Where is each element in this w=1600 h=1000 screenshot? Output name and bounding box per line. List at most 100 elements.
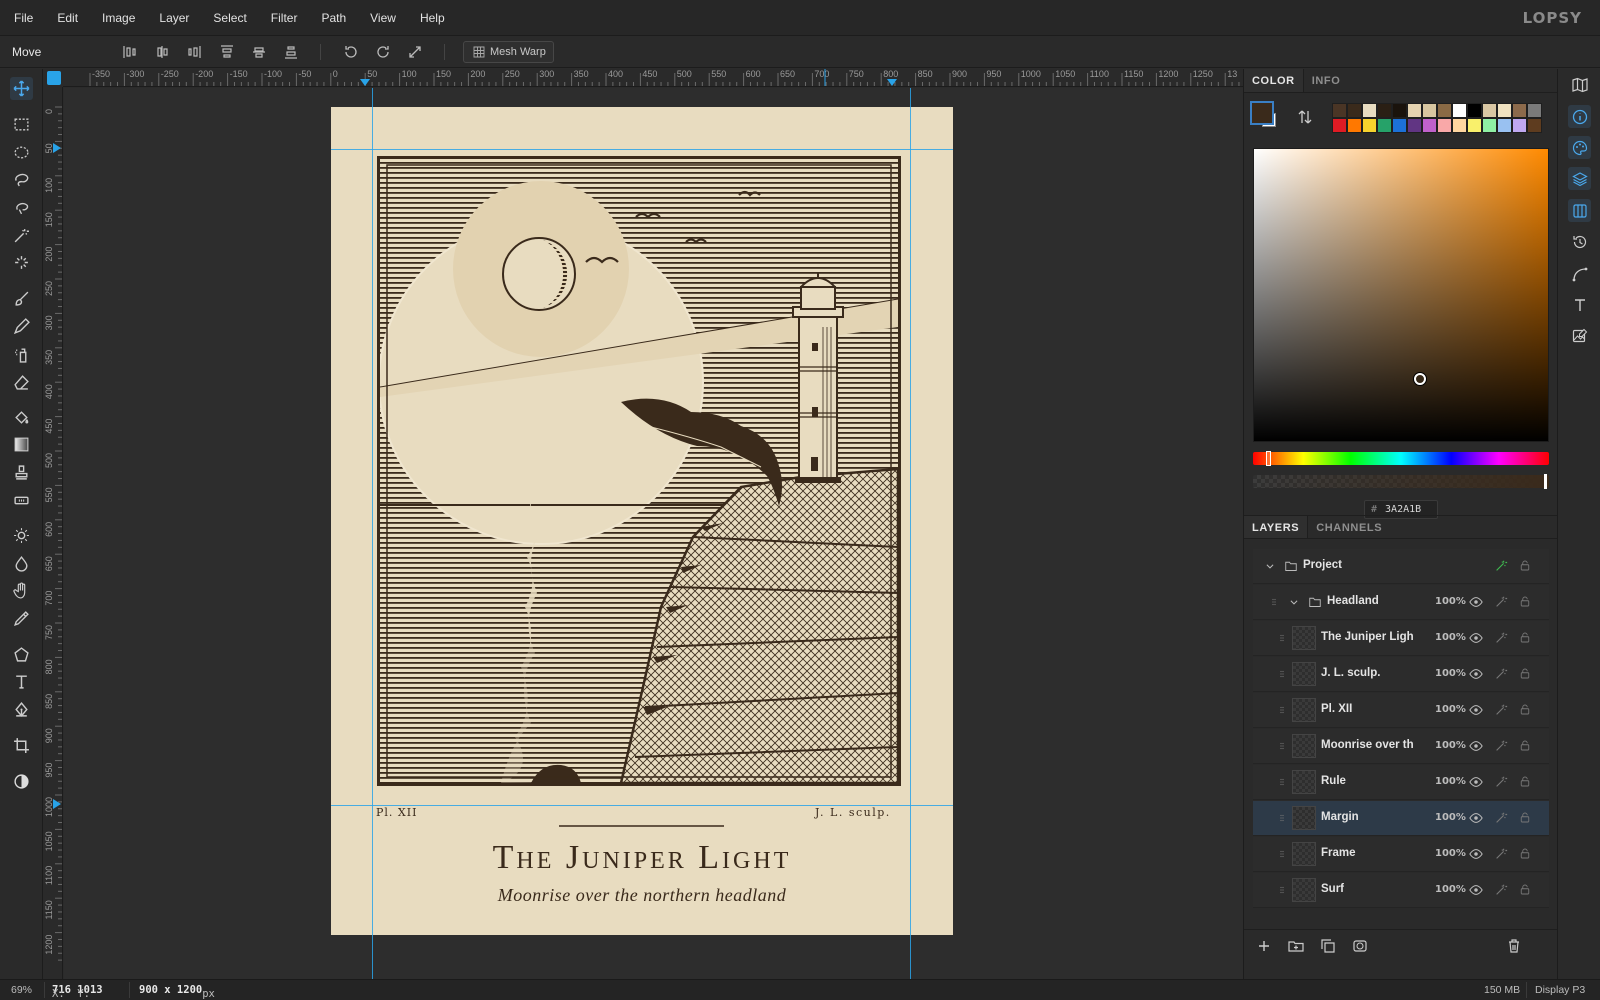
layer-name[interactable]: Moonrise over th bbox=[1321, 739, 1413, 751]
lock-icon[interactable] bbox=[1519, 883, 1531, 896]
color-swatch[interactable] bbox=[1437, 118, 1452, 133]
layer-name[interactable]: Rule bbox=[1321, 775, 1413, 787]
lock-icon[interactable] bbox=[1519, 847, 1531, 860]
layer-name[interactable]: Headland bbox=[1327, 595, 1427, 607]
effects-icon[interactable] bbox=[1494, 847, 1508, 861]
stamp-tool[interactable] bbox=[10, 461, 33, 484]
color-swatch[interactable] bbox=[1467, 103, 1482, 118]
layer-opacity[interactable]: 100% bbox=[1435, 740, 1466, 751]
lock-icon[interactable] bbox=[1519, 667, 1531, 680]
layer-name[interactable]: Surf bbox=[1321, 883, 1413, 895]
rotate-cw-icon[interactable] bbox=[375, 44, 391, 60]
effects-icon[interactable] bbox=[1494, 559, 1508, 573]
color-swatch[interactable] bbox=[1437, 103, 1452, 118]
layer-opacity[interactable]: 100% bbox=[1435, 704, 1466, 715]
guide-horizontal[interactable] bbox=[331, 805, 953, 806]
color-swatch[interactable] bbox=[1467, 118, 1482, 133]
layer-opacity[interactable]: 100% bbox=[1435, 632, 1466, 643]
chevron-down-icon[interactable] bbox=[1289, 597, 1299, 607]
saturation-value-picker[interactable] bbox=[1253, 148, 1549, 442]
lasso-tool[interactable] bbox=[10, 168, 33, 191]
vertical-ruler[interactable]: 0 50 100 150 200 250 300 350 400 450 500 550 600 650 7… bbox=[43, 87, 63, 979]
canvas-area[interactable]: Pl. XII J. L. sculp. The Juniper Light M… bbox=[64, 88, 1243, 979]
color-swatch[interactable] bbox=[1377, 118, 1392, 133]
document-canvas[interactable]: Pl. XII J. L. sculp. The Juniper Light M… bbox=[331, 107, 953, 935]
hex-value[interactable]: 3A2A1B bbox=[1385, 504, 1421, 515]
tab-color[interactable]: COLOR bbox=[1244, 69, 1303, 92]
quick-select-tool[interactable] bbox=[10, 251, 33, 274]
add-group-icon[interactable] bbox=[1288, 938, 1304, 954]
effects-icon[interactable] bbox=[1494, 703, 1508, 717]
color-swatch[interactable] bbox=[1527, 118, 1542, 133]
menu-image[interactable]: Image bbox=[90, 0, 147, 36]
align-right-icon[interactable] bbox=[186, 44, 202, 60]
layer-name[interactable]: Project bbox=[1303, 559, 1395, 571]
layer-row[interactable]: Margin 100% bbox=[1253, 801, 1549, 836]
lock-icon[interactable] bbox=[1519, 739, 1531, 752]
eye-icon[interactable] bbox=[1469, 595, 1483, 609]
menu-file[interactable]: File bbox=[0, 0, 45, 36]
layer-name[interactable]: J. L. sculp. bbox=[1321, 667, 1413, 679]
lock-icon[interactable] bbox=[1519, 703, 1531, 716]
gradient-tool[interactable] bbox=[10, 433, 33, 456]
menu-select[interactable]: Select bbox=[201, 0, 258, 36]
tab-channels[interactable]: CHANNELS bbox=[1307, 516, 1390, 538]
contrast-tool[interactable] bbox=[10, 770, 33, 793]
align-hcenter-icon[interactable] bbox=[154, 44, 170, 60]
fill-tool[interactable] bbox=[10, 406, 33, 429]
healing-tool[interactable] bbox=[10, 489, 33, 512]
layer-opacity[interactable]: 100% bbox=[1435, 848, 1466, 859]
layer-row[interactable]: Rule 100% bbox=[1253, 765, 1549, 800]
layer-row[interactable]: Moonrise over th 100% bbox=[1253, 729, 1549, 764]
rotate-ccw-icon[interactable] bbox=[343, 44, 359, 60]
alpha-slider[interactable] bbox=[1253, 475, 1549, 488]
color-swatch[interactable] bbox=[1362, 103, 1377, 118]
lock-icon[interactable] bbox=[1519, 811, 1531, 824]
history-button[interactable] bbox=[1568, 230, 1591, 253]
color-swatch[interactable] bbox=[1452, 118, 1467, 133]
layer-name[interactable]: The Juniper Ligh bbox=[1321, 631, 1413, 643]
eye-icon[interactable] bbox=[1469, 847, 1483, 861]
layer-row[interactable]: Pl. XII 100% bbox=[1253, 693, 1549, 728]
align-top-icon[interactable] bbox=[219, 44, 235, 60]
color-button[interactable] bbox=[1568, 136, 1591, 159]
color-swatch[interactable] bbox=[1512, 103, 1527, 118]
tab-layers[interactable]: LAYERS bbox=[1244, 516, 1308, 538]
lock-icon[interactable] bbox=[1519, 595, 1531, 608]
layer-name[interactable]: Frame bbox=[1321, 847, 1413, 859]
guide-vertical[interactable] bbox=[372, 88, 373, 979]
layer-mask-icon[interactable] bbox=[1352, 938, 1368, 954]
effects-icon[interactable] bbox=[1494, 775, 1508, 789]
layer-group-row[interactable]: Headland 100% bbox=[1253, 585, 1549, 620]
eyedropper-tool[interactable] bbox=[10, 607, 33, 630]
menu-path[interactable]: Path bbox=[309, 0, 358, 36]
pen-tool[interactable] bbox=[10, 698, 33, 721]
hue-slider-handle[interactable] bbox=[1266, 451, 1271, 466]
menu-help[interactable]: Help bbox=[408, 0, 457, 36]
eye-icon[interactable] bbox=[1469, 775, 1483, 789]
menu-layer[interactable]: Layer bbox=[147, 0, 201, 36]
color-swatch[interactable] bbox=[1527, 103, 1542, 118]
zoom-level[interactable]: 69% bbox=[11, 984, 32, 996]
eye-icon[interactable] bbox=[1469, 631, 1483, 645]
spray-tool[interactable] bbox=[10, 343, 33, 366]
foreground-color-swatch[interactable] bbox=[1250, 101, 1274, 125]
eye-icon[interactable] bbox=[1469, 667, 1483, 681]
color-swatch[interactable] bbox=[1347, 103, 1362, 118]
align-bottom-icon[interactable] bbox=[283, 44, 299, 60]
menu-view[interactable]: View bbox=[358, 0, 408, 36]
color-swatch[interactable] bbox=[1392, 118, 1407, 133]
move-tool[interactable] bbox=[10, 77, 33, 100]
dodge-tool[interactable] bbox=[10, 524, 33, 547]
magnetic-lasso-tool[interactable] bbox=[10, 196, 33, 219]
hue-slider[interactable] bbox=[1253, 452, 1549, 465]
channels-button[interactable] bbox=[1568, 199, 1591, 222]
color-swatch[interactable] bbox=[1482, 103, 1497, 118]
layer-opacity[interactable]: 100% bbox=[1435, 596, 1466, 607]
ellipse-select-tool[interactable] bbox=[10, 141, 33, 164]
eye-icon[interactable] bbox=[1469, 883, 1483, 897]
eye-icon[interactable] bbox=[1469, 703, 1483, 717]
effects-icon[interactable] bbox=[1494, 667, 1508, 681]
color-swatch[interactable] bbox=[1362, 118, 1377, 133]
pencil-tool[interactable] bbox=[10, 315, 33, 338]
